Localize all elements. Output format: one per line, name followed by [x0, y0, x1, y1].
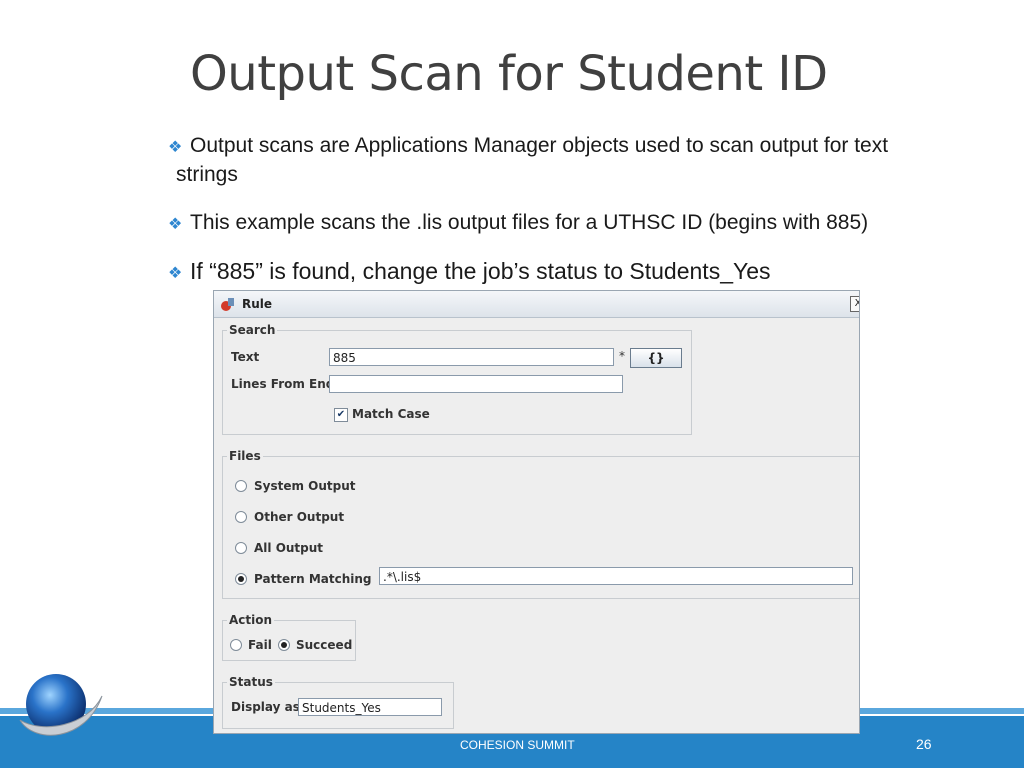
fail-label: Fail — [248, 638, 272, 652]
diamond-bullet-icon: ❖ — [168, 265, 183, 282]
dialog-title: Rule — [242, 297, 273, 311]
bullet-text-continued: strings — [176, 163, 238, 186]
succeed-label: Succeed — [296, 638, 353, 652]
system-output-radio[interactable] — [235, 480, 247, 492]
fail-radio[interactable] — [230, 639, 242, 651]
match-case-label: Match Case — [352, 407, 430, 421]
pattern-matching-radio[interactable] — [235, 573, 247, 585]
match-case-checkbox[interactable]: ✔ — [334, 408, 348, 422]
bullet-item: ❖ This example scans the .lis output fil… — [168, 209, 868, 236]
status-legend: Status — [229, 675, 273, 689]
page-number: 26 — [916, 736, 932, 752]
close-icon[interactable]: X — [850, 296, 859, 312]
files-legend: Files — [229, 449, 261, 463]
rule-dialog: Rule X Search Text 885 * {} Lines From E… — [213, 290, 860, 734]
rule-icon — [221, 298, 234, 311]
diamond-bullet-icon: ❖ — [168, 139, 183, 156]
footer-label: COHESION SUMMIT — [460, 738, 575, 752]
all-output-radio[interactable] — [235, 542, 247, 554]
display-as-input[interactable]: Students_Yes — [298, 698, 442, 716]
bullet-text: This example scans the .lis output files… — [190, 211, 869, 234]
all-output-label: All Output — [254, 541, 324, 555]
pattern-input[interactable]: .*\.lis$ — [379, 567, 853, 585]
dialog-titlebar: Rule X — [214, 291, 859, 318]
search-legend: Search — [229, 323, 276, 337]
bullet-item: ❖ If “885” is found, change the job’s st… — [168, 258, 771, 285]
bullet-text: Output scans are Applications Manager ob… — [190, 134, 889, 157]
lines-from-end-input[interactable] — [329, 375, 623, 393]
pattern-matching-label: Pattern Matching — [254, 572, 372, 586]
lines-from-end-label: Lines From End — [231, 377, 335, 391]
action-group: Action — [222, 613, 356, 661]
succeed-radio[interactable] — [278, 639, 290, 651]
variable-button[interactable]: {} — [630, 348, 682, 368]
diamond-bullet-icon: ❖ — [168, 216, 183, 233]
text-label: Text — [231, 350, 260, 364]
slide-title: Output Scan for Student ID — [190, 46, 828, 102]
system-output-label: System Output — [254, 479, 356, 493]
other-output-label: Other Output — [254, 510, 345, 524]
other-output-radio[interactable] — [235, 511, 247, 523]
search-text-input[interactable]: 885 — [329, 348, 614, 366]
globe-logo-icon — [19, 674, 103, 736]
required-mark: * — [619, 349, 625, 363]
bullet-text: If “885” is found, change the job’s stat… — [190, 258, 771, 284]
bullet-item: ❖ Output scans are Applications Manager … — [168, 132, 889, 186]
display-as-label: Display as — [231, 700, 300, 714]
action-legend: Action — [229, 613, 273, 627]
